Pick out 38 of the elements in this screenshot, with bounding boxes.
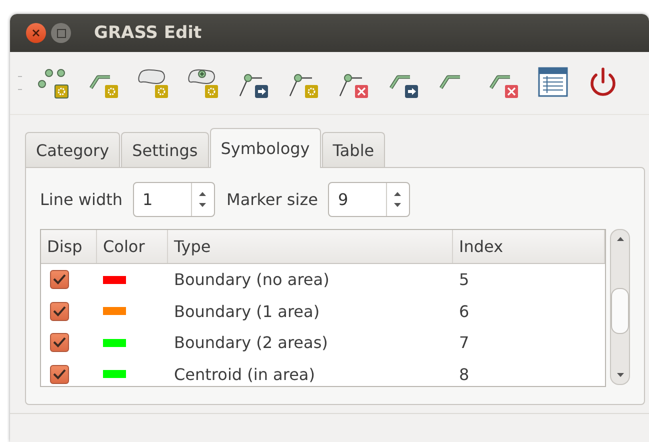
table-cell-text: Boundary (no area) (173, 270, 330, 290)
close-icon (32, 29, 40, 37)
up-arrow-icon[interactable] (199, 192, 206, 196)
field-label: Marker size (226, 190, 318, 209)
scrollbar[interactable] (610, 229, 630, 385)
points-icon (36, 66, 70, 100)
down-arrow-icon[interactable] (616, 373, 624, 377)
spin-box[interactable]: 9 (328, 182, 410, 217)
tab[interactable]: Symbology (210, 128, 321, 168)
table-cell-text: Boundary (1 area) (173, 302, 321, 321)
column-header[interactable]: Color (97, 230, 168, 263)
window-title: GRASS Edit (94, 23, 202, 43)
up-arrow-icon[interactable] (616, 237, 624, 241)
table-cell-text: 5 (458, 270, 470, 290)
tab[interactable]: Settings (121, 132, 209, 167)
spin-box[interactable]: 1 (132, 182, 215, 217)
table-cell-text: 7 (458, 333, 470, 352)
down-arrow-icon[interactable] (199, 203, 206, 207)
column-header[interactable]: Type (168, 230, 453, 263)
checkbox[interactable] (50, 270, 69, 290)
maximize-icon (56, 28, 66, 38)
field-label: Line width (40, 190, 123, 209)
table-icon (536, 66, 570, 100)
maximize-button[interactable] (51, 23, 71, 43)
table-cell-text: 6 (458, 302, 470, 321)
close-button[interactable] (26, 23, 46, 43)
table-cell-text: 8 (458, 364, 470, 384)
up-arrow-icon[interactable] (394, 192, 402, 196)
table-cell-text: Boundary (2 areas) (173, 333, 329, 352)
tab[interactable]: Table (322, 132, 386, 167)
down-arrow-icon[interactable] (394, 203, 402, 207)
tab[interactable]: Category (25, 132, 120, 167)
checkbox[interactable] (50, 364, 69, 384)
checkbox[interactable] (50, 333, 69, 352)
table-cell-text: Centroid (in area) (173, 364, 316, 384)
checkbox[interactable] (50, 302, 69, 321)
column-header[interactable]: Disp (41, 230, 97, 263)
column-header[interactable]: Index (453, 230, 605, 263)
